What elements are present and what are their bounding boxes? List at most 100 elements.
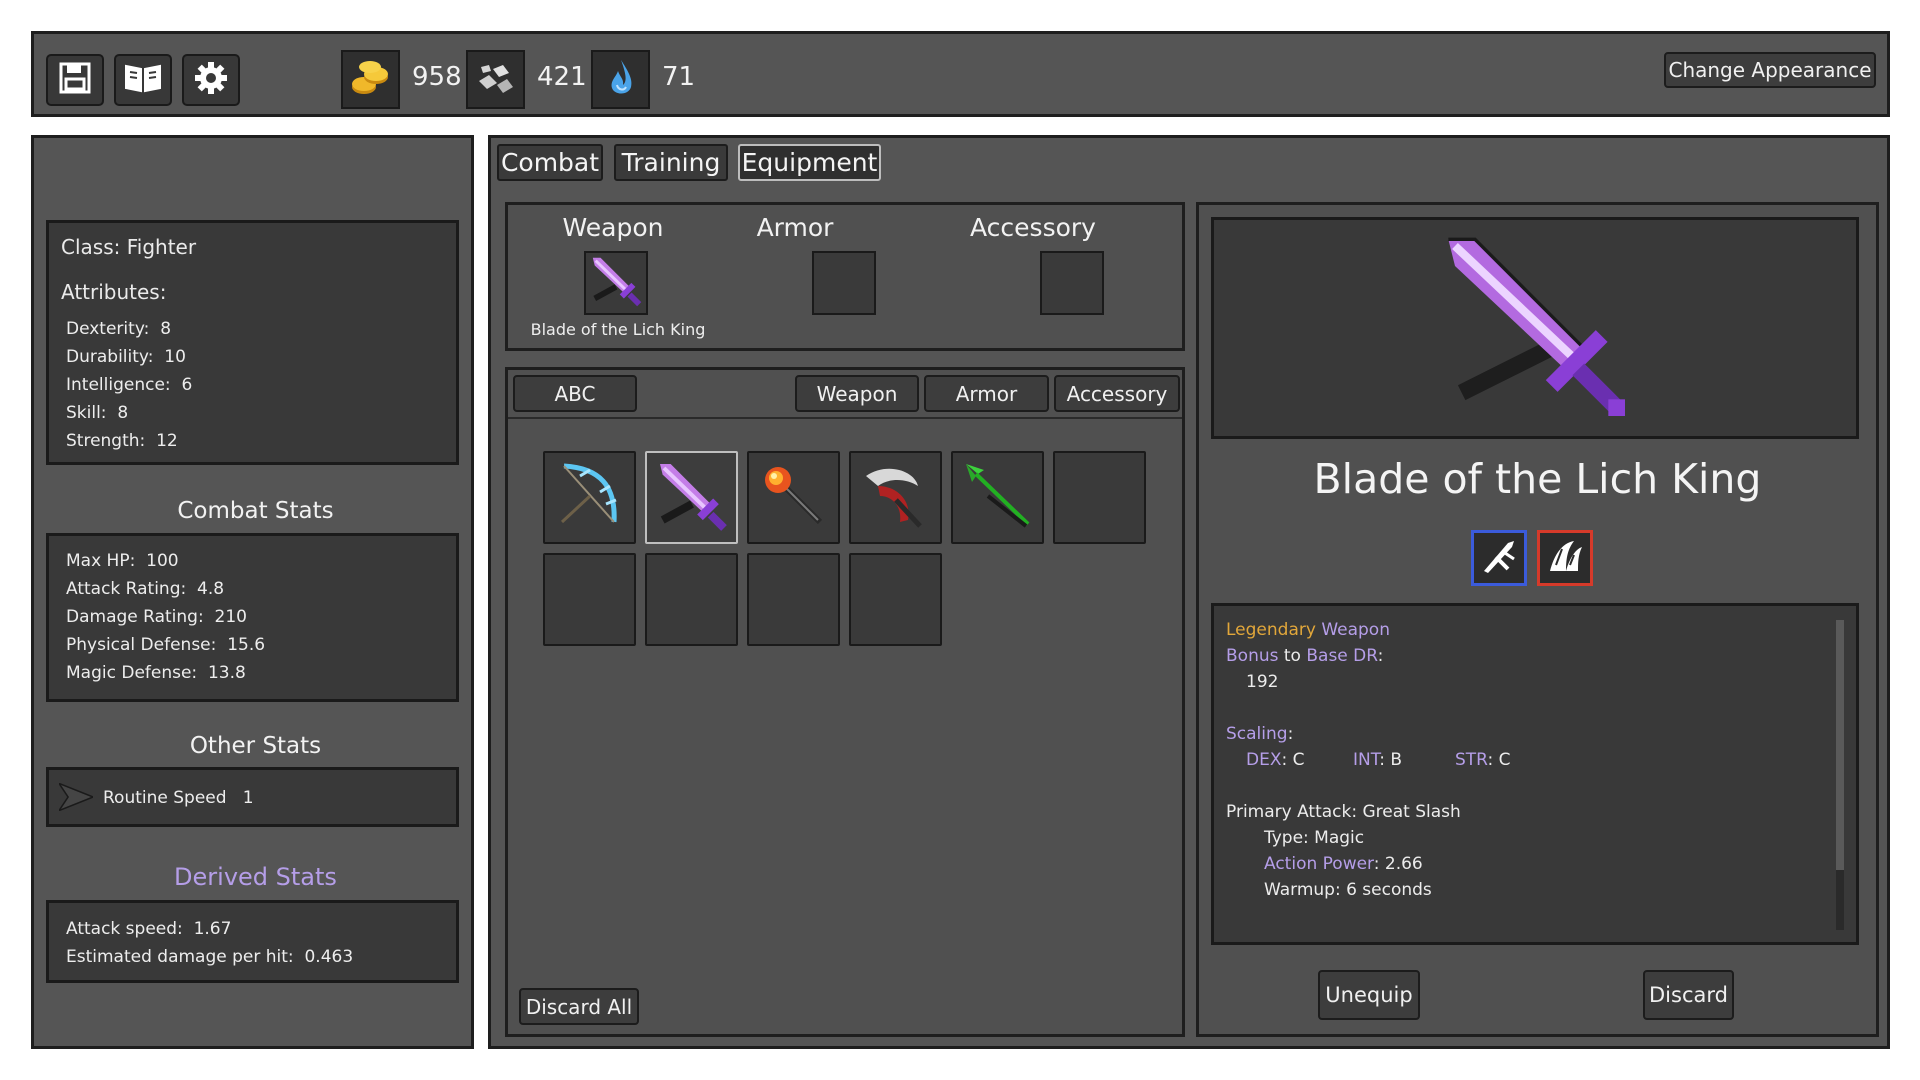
action-power-value: 2.66 [1384,854,1423,874]
action-power-label: Action Power [1264,854,1374,874]
inventory-slot-selected[interactable] [645,451,738,544]
stat-attack-rating: Attack Rating: 4.8 [66,575,265,603]
routine-speed-icon [57,781,96,815]
item-rarity-line: Legendary Weapon [1226,617,1390,643]
weapon-slot-item-name: Blade of the Lich King [530,320,706,339]
other-stats-title: Other Stats [189,733,322,759]
bonus-word: Bonus [1226,646,1279,666]
stat-value: 1.67 [193,919,232,939]
scaling-str: STR: C [1455,750,1511,770]
fire-staff-icon [754,456,834,540]
attributes-title: Attributes: [61,280,167,304]
character-panel: Class: Fighter Attributes: Dexterity: 8 … [31,135,474,1049]
essence-resource [591,50,650,109]
magic-trait-icon [1544,535,1586,581]
armor-slot[interactable] [812,251,876,315]
crimson-scythe-icon [856,456,936,540]
description-scrollbar[interactable] [1836,620,1844,930]
class-label: Class: Fighter [61,235,197,259]
warmup-line: Warmup: 6 seconds [1264,880,1432,900]
scaling-grade: C [1498,750,1511,770]
essence-count: 71 [662,62,696,92]
stat-value: 100 [146,551,179,571]
inventory-slot[interactable] [849,553,942,646]
stat-value: 6 [181,375,193,395]
attack-type: Type: Magic [1264,828,1365,848]
inventory-slot[interactable] [543,451,636,544]
discard-button[interactable]: Discard [1643,970,1734,1020]
accessory-slot-label: Accessory [970,213,1096,242]
scaling-dex: DEX: C [1246,750,1305,770]
stat-value: 8 [160,319,172,339]
stat-label: Estimated damage per hit: [66,947,294,967]
stat-value: 210 [214,607,247,627]
stat-dexterity: Dexterity: 8 [66,315,192,343]
scaling-stat: INT [1353,750,1380,770]
scaling-int: INT: B [1353,750,1403,770]
filter-weapon-button[interactable]: Weapon [795,375,919,412]
rarity-label: Legendary [1226,620,1316,640]
gold-resource [341,50,400,109]
gold-count: 958 [412,62,462,92]
top-bar: 958 421 71 Change Appearance [31,31,1890,117]
inventory-slot[interactable] [645,553,738,646]
inventory-slot[interactable] [543,553,636,646]
trait-slot [1537,530,1593,586]
other-stats-box: Routine Speed 1 [46,767,459,827]
filter-armor-button[interactable]: Armor [924,375,1049,412]
tab-combat[interactable]: Combat [497,144,603,181]
gold-coins-icon [348,55,394,105]
derived-stats-box: Attack speed: 1.67 Estimated damage per … [46,900,459,983]
save-button[interactable] [46,54,104,106]
item-type-label: Weapon [1321,620,1390,640]
scaling-grade: C [1292,750,1305,770]
inventory-slot[interactable] [747,553,840,646]
bonus-to: to [1283,646,1301,666]
base-dr-label: Base DR [1306,646,1378,666]
stat-value: 10 [164,347,186,367]
weapon-slot-label: Weapon [562,213,664,242]
purple-sword-icon [652,456,732,540]
purple-sword-icon [587,252,645,314]
stat-value: 0.463 [304,947,354,967]
scrollbar-thumb[interactable] [1836,620,1844,870]
change-appearance-button[interactable]: Change Appearance [1664,52,1876,88]
stat-value: 4.8 [197,579,225,599]
stat-value: 8 [117,403,129,423]
bonus-value: 192 [1246,672,1279,692]
attributes-list: Dexterity: 8 Durability: 10 Intelligence… [66,315,192,455]
weapon-slot[interactable] [584,251,648,315]
primary-attack: Primary Attack: Great Slash [1226,802,1461,822]
inventory-slot[interactable] [951,451,1044,544]
stat-damage-per-hit: Estimated damage per hit: 0.463 [66,943,353,971]
unequip-button[interactable]: Unequip [1318,970,1420,1020]
stat-routine-speed: Routine Speed 1 [103,784,254,812]
tab-equipment[interactable]: Equipment [738,144,881,181]
discard-all-button[interactable]: Discard All [519,988,639,1025]
stat-label: Intelligence: [66,375,171,395]
water-essence-icon [598,55,644,105]
stat-damage-rating: Damage Rating: 210 [66,603,265,631]
stat-magic-defense: Magic Defense: 13.8 [66,659,265,687]
inventory-slot[interactable] [747,451,840,544]
sort-abc-button[interactable]: ABC [513,375,637,412]
green-spear-icon [958,456,1038,540]
stat-label: Durability: [66,347,154,367]
tab-training[interactable]: Training [614,144,728,181]
inventory-slot[interactable] [849,451,942,544]
stat-value: 15.6 [227,635,266,655]
stat-label: Attack Rating: [66,579,187,599]
stat-skill: Skill: 8 [66,399,192,427]
settings-button[interactable] [182,54,240,106]
stat-value: 12 [156,431,178,451]
inventory-slot[interactable] [1053,451,1146,544]
accessory-slot[interactable] [1040,251,1104,315]
save-icon [58,61,92,99]
stone-ore-icon [473,55,519,105]
stat-label: Physical Defense: [66,635,217,655]
filter-accessory-button[interactable]: Accessory [1054,375,1180,412]
scaling-stat: STR [1455,750,1488,770]
stone-resource [466,50,525,109]
journal-button[interactable] [114,54,172,106]
main-panel: Combat Training Equipment Weapon Blade o… [488,135,1890,1049]
